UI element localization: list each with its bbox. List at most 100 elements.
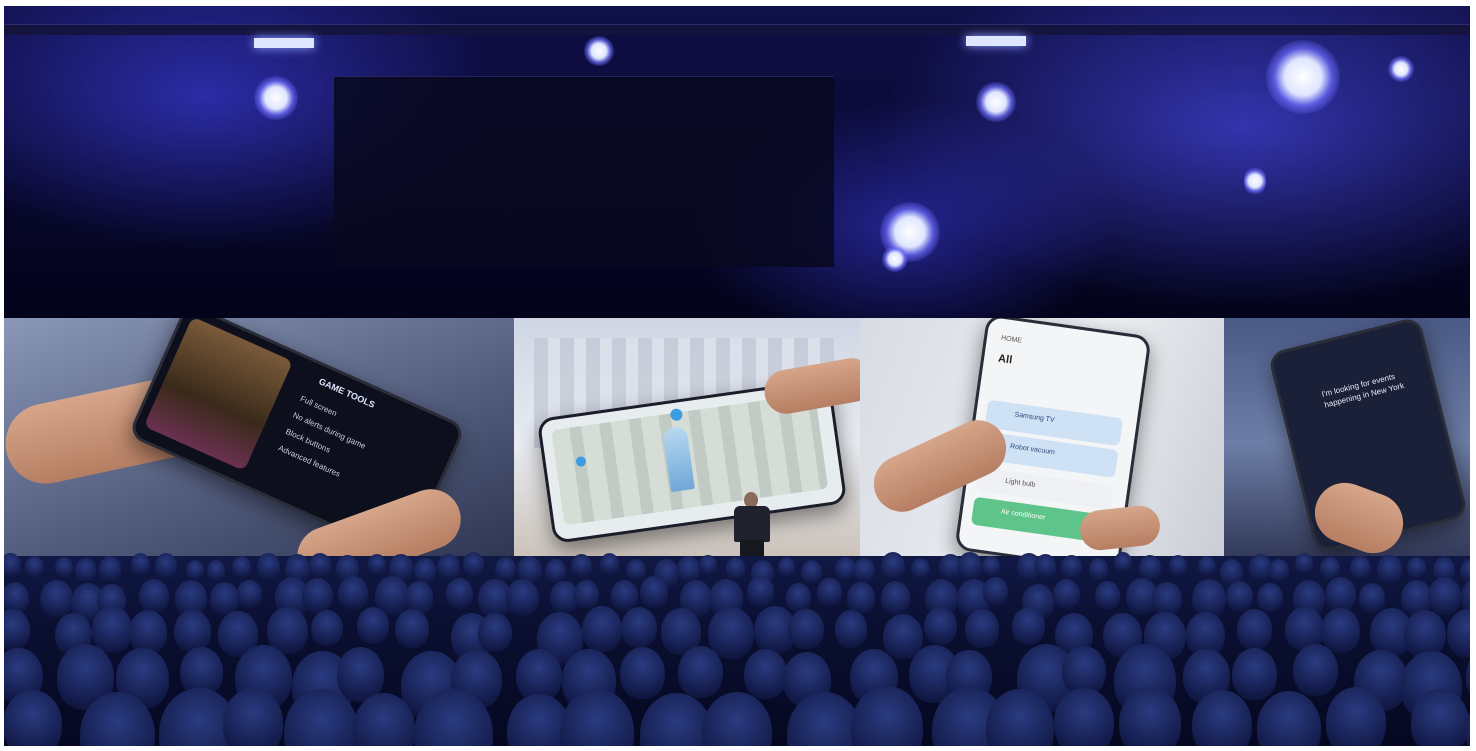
- lighting-truss: [4, 24, 1470, 35]
- audience-head: [232, 556, 252, 579]
- audience-head: [1011, 606, 1046, 646]
- audience-head: [699, 554, 718, 576]
- audience-head: [40, 580, 73, 618]
- audience-head: [574, 579, 600, 609]
- stage-light: [882, 246, 908, 272]
- audience-head: [1197, 555, 1216, 576]
- audience-head: [128, 609, 168, 655]
- audience-head: [676, 556, 700, 584]
- audience-head: [620, 647, 665, 699]
- audience-head: [834, 609, 868, 648]
- audience-head: [367, 553, 386, 575]
- audience-head: [1377, 555, 1403, 584]
- audience-head: [506, 578, 540, 617]
- audience-head: [462, 552, 484, 577]
- audience-head: [155, 553, 177, 579]
- audience-head: [625, 558, 646, 582]
- audience-head: [1118, 687, 1181, 746]
- audience-head: [964, 608, 999, 648]
- device-card-label: Air conditioner: [1000, 508, 1046, 522]
- audience-head: [1407, 557, 1426, 579]
- audience-head: [1231, 647, 1278, 701]
- audience-head: [74, 558, 96, 583]
- audience-head: [1054, 688, 1114, 746]
- stage-light: [1388, 56, 1414, 82]
- audience-head: [1060, 554, 1083, 580]
- audience-head: [982, 577, 1008, 606]
- audience-head: [1349, 556, 1371, 581]
- stage-light: [254, 38, 314, 48]
- device-card-label: Samsung TV: [1014, 411, 1055, 424]
- audience-head: [611, 580, 639, 611]
- audience-head: [743, 648, 788, 699]
- audience-head: [222, 688, 284, 746]
- audience-head: [1225, 580, 1254, 613]
- audience-head: [24, 556, 45, 579]
- audience-head: [302, 577, 334, 614]
- audience-head: [853, 558, 875, 583]
- audience-head: [911, 557, 931, 580]
- audience-head: [1428, 576, 1462, 615]
- audience-head: [138, 579, 169, 614]
- audience-head: [1325, 576, 1356, 612]
- audience-head: [747, 576, 774, 607]
- audience-head: [478, 612, 513, 653]
- audience-head: [1052, 578, 1080, 610]
- audience-head: [356, 606, 389, 644]
- audience-head: [1359, 583, 1385, 613]
- audience-head: [1293, 644, 1339, 696]
- assistant-query: I'm looking for events happening in New …: [1320, 371, 1405, 410]
- audience-head: [599, 553, 620, 576]
- audience-head: [982, 556, 1001, 578]
- game-tools-item: Advanced features: [276, 443, 342, 479]
- audience-head: [1113, 552, 1133, 574]
- audience-head: [1094, 580, 1121, 611]
- audience-head: [55, 556, 74, 578]
- audience-head: [256, 553, 280, 580]
- audience-head: [924, 606, 958, 645]
- audience-head: [1268, 559, 1290, 583]
- audience-head: [620, 606, 658, 649]
- room-label: All: [997, 352, 1013, 367]
- audience-head: [309, 553, 332, 579]
- audience-head: [957, 552, 982, 580]
- audience-head: [817, 578, 842, 607]
- audience-head: [582, 606, 623, 653]
- audience-head: [570, 554, 592, 579]
- game-screenshot: [143, 318, 293, 471]
- audience-head: [800, 559, 822, 585]
- stage-light: [584, 36, 614, 66]
- audience-head: [495, 557, 516, 582]
- stage-light: [976, 82, 1016, 122]
- stage-light: [1266, 40, 1340, 114]
- audience-head: [1089, 558, 1109, 581]
- device-card-label: Robot vacuum: [1009, 443, 1056, 457]
- audience-head: [640, 576, 668, 609]
- audience-head: [880, 552, 906, 581]
- audience-head: [1321, 607, 1361, 653]
- audience-head: [788, 608, 824, 650]
- app-header: HOME: [1000, 334, 1023, 345]
- audience-head: [98, 555, 122, 583]
- audience-head: [395, 609, 429, 648]
- ceiling-rig: [334, 76, 834, 267]
- audience-head: [210, 581, 239, 615]
- audience-head: [4, 552, 22, 578]
- conference-stage-photo: GAME TOOLS Full screen No alerts during …: [4, 6, 1470, 746]
- audience-head: [677, 645, 723, 698]
- audience-head: [206, 559, 226, 581]
- stage-light: [254, 76, 298, 120]
- audience-head: [1138, 555, 1162, 581]
- audience-head: [310, 609, 343, 647]
- audience-head: [544, 558, 566, 584]
- stage-light: [966, 36, 1026, 46]
- audience-head: [1168, 555, 1188, 577]
- audience-head: [446, 578, 473, 609]
- stage-light: [1244, 166, 1266, 196]
- audience-head: [174, 610, 211, 652]
- audience-head: [847, 581, 875, 614]
- audience-head: [881, 581, 911, 615]
- audience-head: [185, 559, 204, 581]
- audience-head: [130, 553, 151, 576]
- audience-head: [1236, 609, 1273, 651]
